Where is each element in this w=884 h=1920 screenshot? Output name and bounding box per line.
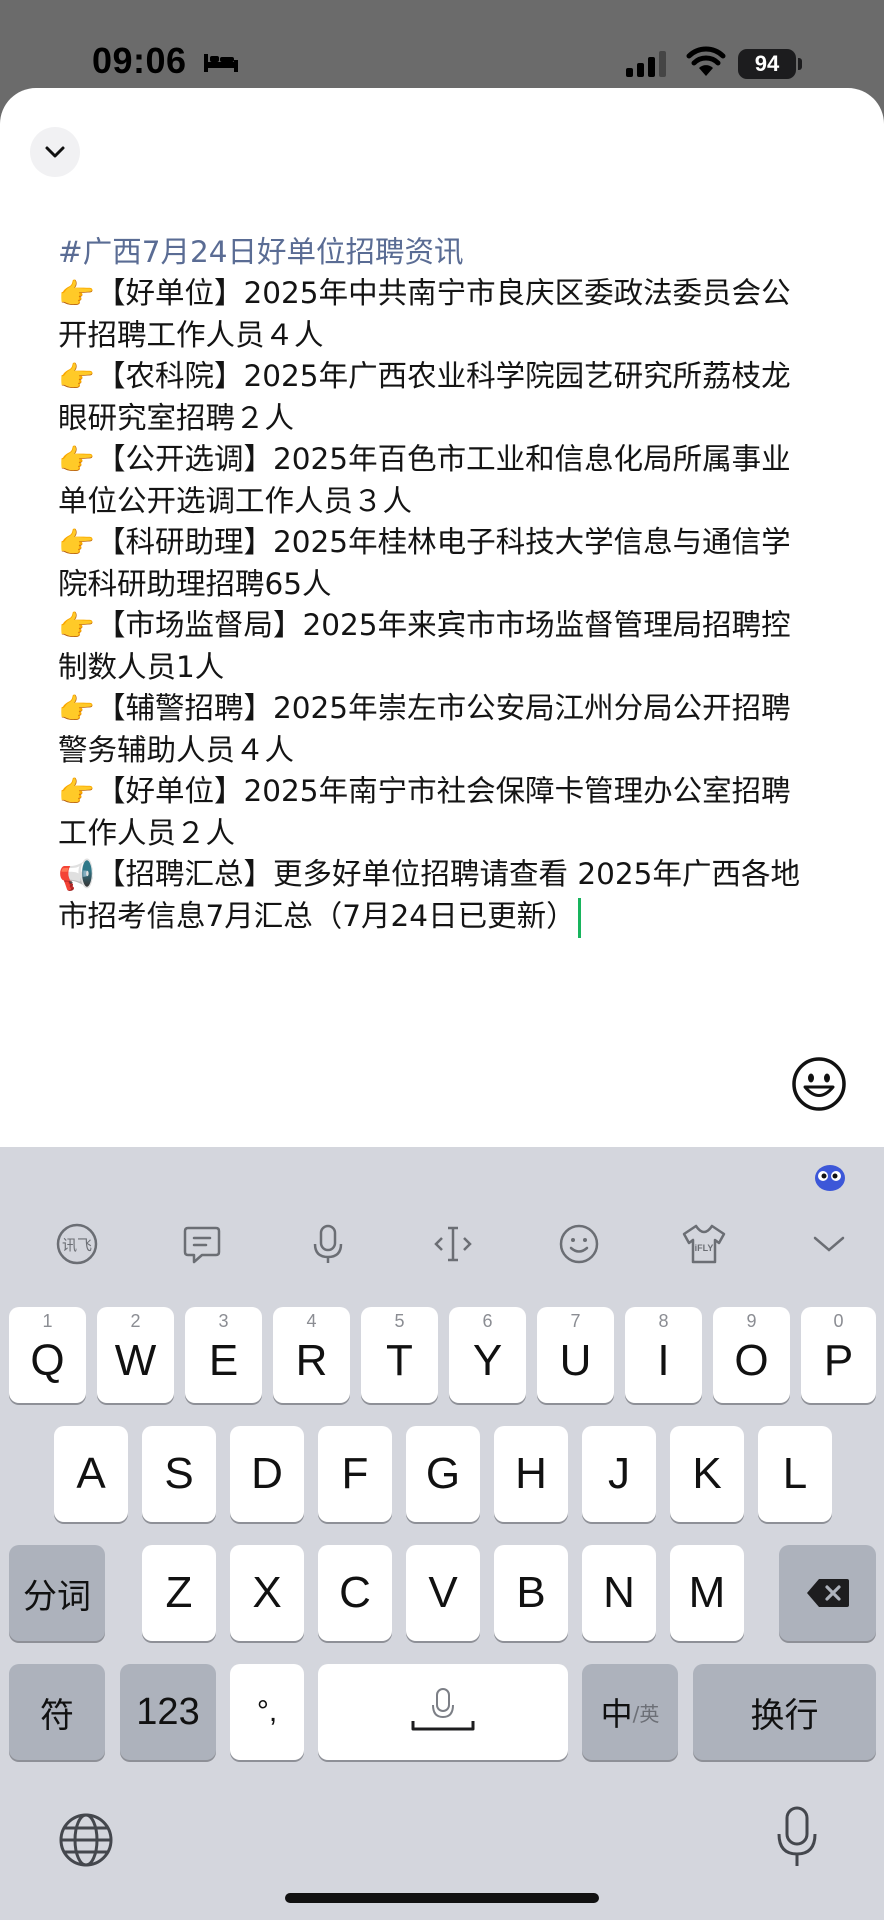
number-key[interactable]: 123 xyxy=(120,1664,216,1760)
key-p[interactable]: 0P xyxy=(801,1307,876,1403)
symbols-key[interactable]: 符 xyxy=(9,1664,105,1760)
key-c[interactable]: C xyxy=(318,1545,392,1641)
key-o[interactable]: 9O xyxy=(713,1307,790,1403)
key-t[interactable]: 5T xyxy=(361,1307,438,1403)
ifly-logo-icon[interactable]: 讯飞 xyxy=(52,1219,102,1269)
collapse-button[interactable] xyxy=(30,127,80,177)
svg-text:讯飞: 讯飞 xyxy=(62,1236,92,1254)
sleep-mode-icon xyxy=(204,54,238,72)
voice-space-icon xyxy=(411,1688,475,1731)
key-q[interactable]: 1Q xyxy=(9,1307,86,1403)
key-n[interactable]: N xyxy=(582,1545,656,1641)
megaphone-icon: 📢 xyxy=(58,858,95,892)
list-item: 👉【科研助理】2025年桂林电子科技大学信息与通信学院科研助理招聘65人 xyxy=(58,522,818,605)
pointing-hand-icon: 👉 xyxy=(58,526,95,560)
status-time: 09:06 xyxy=(92,40,187,81)
key-f[interactable]: F xyxy=(318,1426,392,1522)
key-b[interactable]: B xyxy=(494,1545,568,1641)
emoji-picker-icon[interactable] xyxy=(791,1056,847,1112)
key-u[interactable]: 7U xyxy=(537,1307,614,1403)
cursor-move-icon[interactable] xyxy=(428,1219,478,1269)
wifi-icon xyxy=(686,46,726,76)
language-switch-key[interactable]: 中/英 xyxy=(582,1664,678,1760)
list-item: 👉【公开选调】2025年百色市工业和信息化局所属事业单位公开选调工作人员３人 xyxy=(58,439,818,522)
pointing-hand-icon: 👉 xyxy=(58,775,95,809)
dictation-mic-icon[interactable] xyxy=(775,1806,819,1870)
clipboard-icon[interactable] xyxy=(177,1219,227,1269)
cellular-signal-icon xyxy=(626,51,666,77)
key-w[interactable]: 2W xyxy=(97,1307,174,1403)
pointing-hand-icon: 👉 xyxy=(58,443,95,477)
pointing-hand-icon: 👉 xyxy=(58,692,95,726)
pointing-hand-icon: 👉 xyxy=(58,277,95,311)
key-d[interactable]: D xyxy=(230,1426,304,1522)
list-item-text: 【好单位】2025年中共南宁市良庆区委政法委员会公开招聘工作人员４人 xyxy=(58,276,791,352)
backspace-icon xyxy=(806,1579,849,1607)
key-h[interactable]: H xyxy=(494,1426,568,1522)
list-item-text: 【辅警招聘】2025年崇左市公安局江州分局公开招聘警务辅助人员４人 xyxy=(58,691,791,767)
key-a[interactable]: A xyxy=(54,1426,128,1522)
pointing-hand-icon: 👉 xyxy=(58,609,95,643)
list-item: 👉【农科院】2025年广西农业科学院园艺研究所荔枝龙眼研究室招聘２人 xyxy=(58,356,818,439)
list-item: 👉【市场监督局】2025年来宾市市场监督管理局招聘控制数人员1人 xyxy=(58,605,818,688)
hashtag-topic[interactable]: #广西7月24日好单位招聘资讯 xyxy=(58,232,818,273)
list-item: 👉【辅警招聘】2025年崇左市公安局江州分局公开招聘警务辅助人员４人 xyxy=(58,688,818,771)
backspace-key[interactable] xyxy=(779,1545,876,1641)
key-s[interactable]: S xyxy=(142,1426,216,1522)
punctuation-key[interactable]: °, xyxy=(230,1664,304,1760)
space-key[interactable] xyxy=(318,1664,568,1760)
key-j[interactable]: J xyxy=(582,1426,656,1522)
key-y[interactable]: 6Y xyxy=(449,1307,526,1403)
key-v[interactable]: V xyxy=(406,1545,480,1641)
list-item-text: 【市场监督局】2025年来宾市市场监督管理局招聘控制数人员1人 xyxy=(58,608,791,684)
key-g[interactable]: G xyxy=(406,1426,480,1522)
segment-key[interactable]: 分词 xyxy=(9,1545,105,1641)
key-k[interactable]: K xyxy=(670,1426,744,1522)
ifly-mascot-icon[interactable] xyxy=(812,1160,848,1196)
list-item-text: 【农科院】2025年广西农业科学院园艺研究所荔枝龙眼研究室招聘２人 xyxy=(58,359,791,435)
list-item: 👉【好单位】2025年南宁市社会保障卡管理办公室招聘工作人员２人 xyxy=(58,771,818,854)
key-l[interactable]: L xyxy=(758,1426,832,1522)
list-item: 👉【好单位】2025年中共南宁市良庆区委政法委员会公开招聘工作人员４人 xyxy=(58,273,818,356)
hide-keyboard-icon[interactable] xyxy=(804,1219,854,1269)
globe-icon[interactable] xyxy=(58,1812,114,1868)
skin-shirt-icon[interactable]: iFLY xyxy=(679,1219,729,1269)
key-i[interactable]: 8I xyxy=(625,1307,702,1403)
status-bar: 09:06 94 xyxy=(0,0,884,88)
home-indicator xyxy=(285,1893,599,1903)
list-item: 📢【招聘汇总】更多好单位招聘请查看 2025年广西各地市招考信息7月汇总（7月2… xyxy=(58,854,818,938)
key-e[interactable]: 3E xyxy=(185,1307,262,1403)
chevron-down-icon xyxy=(45,146,65,158)
key-r[interactable]: 4R xyxy=(273,1307,350,1403)
list-item-text: 【公开选调】2025年百色市工业和信息化局所属事业单位公开选调工作人员３人 xyxy=(58,442,791,518)
battery-tip xyxy=(798,58,802,70)
key-m[interactable]: M xyxy=(670,1545,744,1641)
battery-indicator: 94 xyxy=(738,49,796,79)
list-item-text: 【招聘汇总】更多好单位招聘请查看 2025年广西各地市招考信息7月汇总（7月24… xyxy=(58,857,800,933)
emoji-icon[interactable] xyxy=(554,1219,604,1269)
list-item-text: 【好单位】2025年南宁市社会保障卡管理办公室招聘工作人员２人 xyxy=(58,774,791,850)
list-item-text: 【科研助理】2025年桂林电子科技大学信息与通信学院科研助理招聘65人 xyxy=(58,525,791,601)
pointing-hand-icon: 👉 xyxy=(58,360,95,394)
skin-shirt-label: iFLY xyxy=(695,1243,714,1253)
post-text-editor[interactable]: #广西7月24日好单位招聘资讯 👉【好单位】2025年中共南宁市良庆区委政法委员… xyxy=(58,232,818,938)
key-x[interactable]: X xyxy=(230,1545,304,1641)
enter-key[interactable]: 换行 xyxy=(693,1664,876,1760)
microphone-icon[interactable] xyxy=(303,1219,353,1269)
text-cursor xyxy=(577,897,581,938)
key-z[interactable]: Z xyxy=(142,1545,216,1641)
